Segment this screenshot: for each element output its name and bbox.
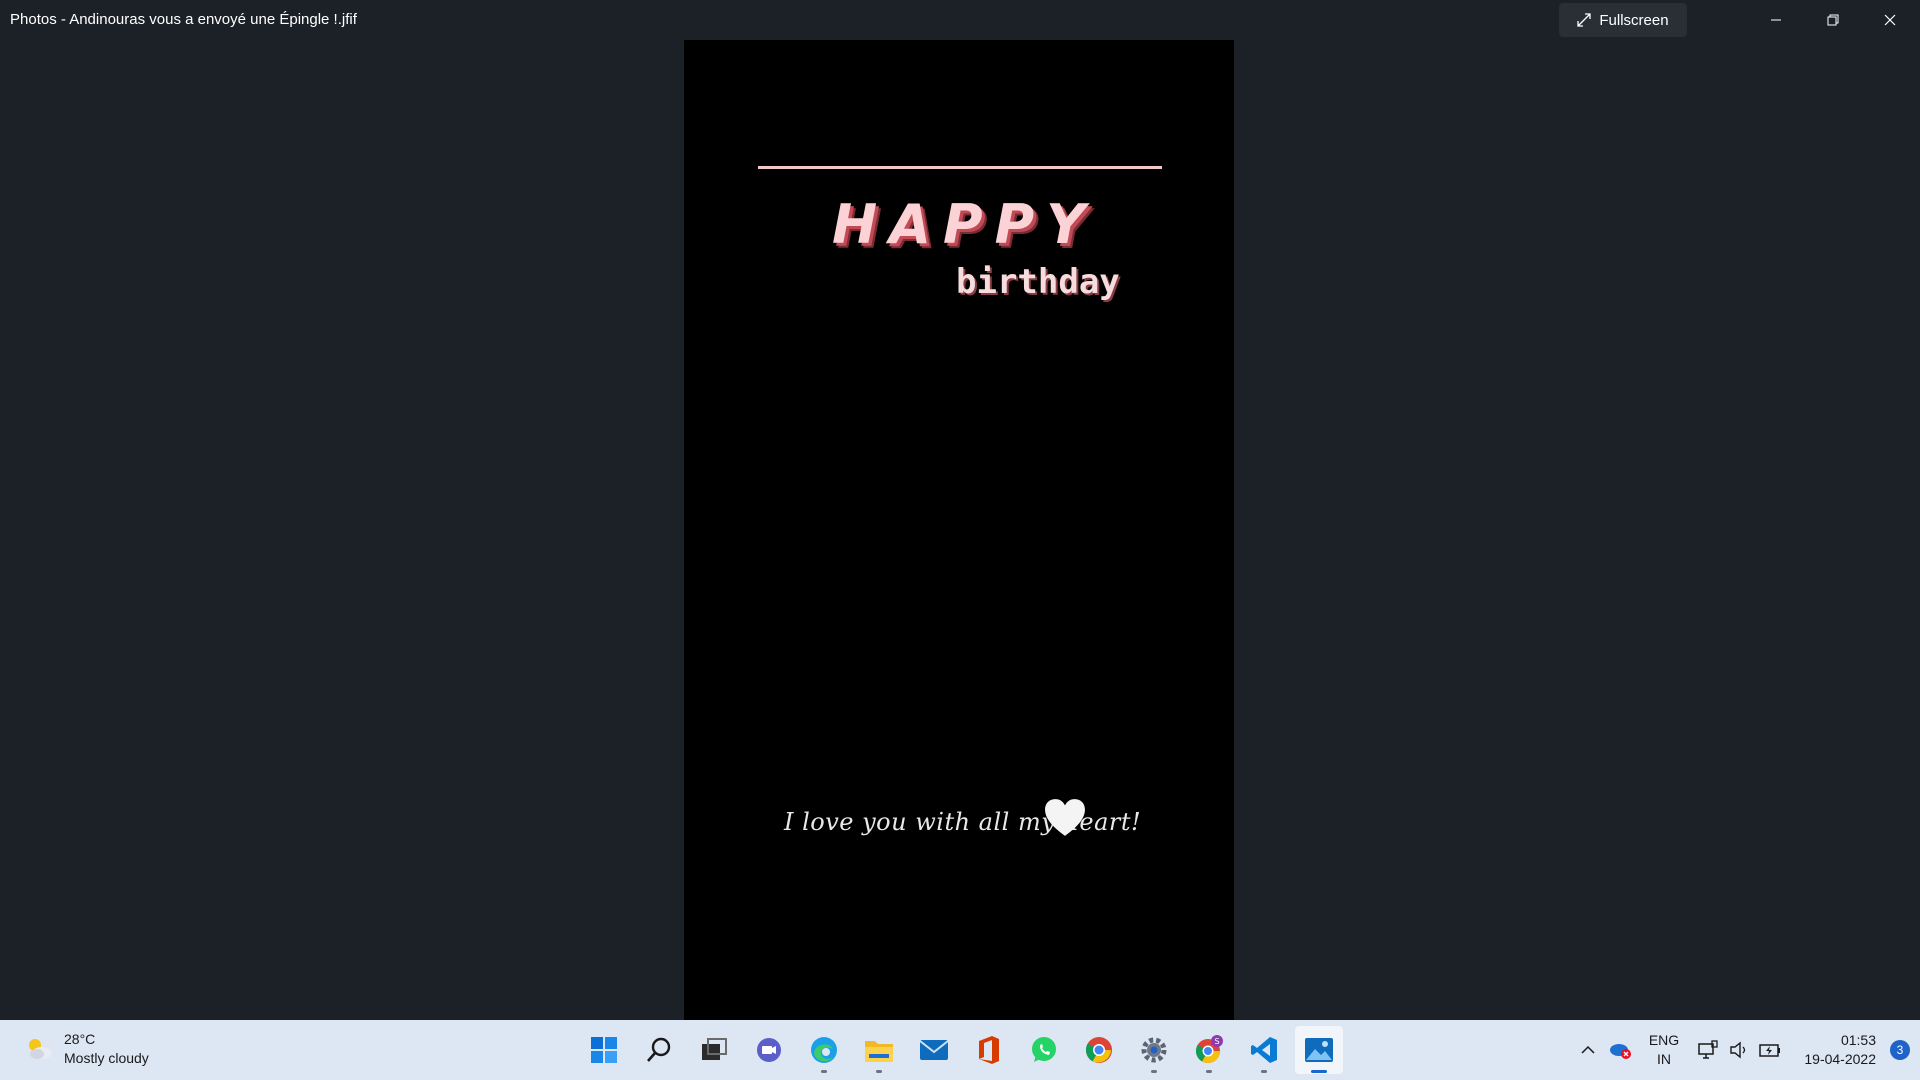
weather-condition: Mostly cloudy <box>64 1050 149 1066</box>
search-button[interactable] <box>635 1026 683 1074</box>
minimize-button[interactable] <box>1748 0 1804 40</box>
edge-button[interactable] <box>800 1026 848 1074</box>
weather-temp: 28°C <box>64 1031 96 1047</box>
title-bar: Photos - Andinouras vous a envoyé une Ép… <box>0 0 1920 40</box>
whatsapp-button[interactable] <box>1020 1026 1068 1074</box>
love-message: I love you with all my heart! <box>784 808 1142 836</box>
minimize-icon <box>1771 19 1781 21</box>
volume-icon <box>1730 1041 1746 1059</box>
windows-logo-icon <box>591 1037 617 1063</box>
office-button[interactable] <box>965 1026 1013 1074</box>
edge-icon <box>811 1037 837 1063</box>
network-button[interactable] <box>1692 1040 1724 1060</box>
clock-button[interactable]: 01:53 19-04-2022 <box>1786 1031 1876 1069</box>
language-code: ENG <box>1648 1032 1680 1048</box>
chrome-button[interactable] <box>1075 1026 1123 1074</box>
running-indicator <box>876 1070 882 1073</box>
photos-button[interactable] <box>1295 1026 1343 1074</box>
search-icon <box>647 1037 671 1062</box>
expand-icon <box>1577 13 1592 27</box>
mail-icon <box>919 1040 949 1060</box>
vscode-icon <box>1251 1037 1277 1063</box>
whatsapp-icon <box>1032 1037 1056 1062</box>
white-heart-icon <box>1045 799 1085 836</box>
settings-button[interactable] <box>1130 1026 1178 1074</box>
fullscreen-button[interactable]: Fullscreen <box>1559 3 1687 37</box>
close-icon <box>1884 14 1896 26</box>
running-indicator <box>1261 1070 1267 1073</box>
onedrive-error-icon <box>1610 1044 1631 1059</box>
vscode-button[interactable] <box>1240 1026 1288 1074</box>
fullscreen-label: Fullscreen <box>1599 11 1669 29</box>
start-button[interactable] <box>580 1026 628 1074</box>
system-tray: ENG IN 01:53 19-04-2022 3 <box>1572 1020 1920 1080</box>
task-view-icon <box>702 1038 727 1060</box>
clock-date: 19-04-2022 <box>1804 1051 1876 1067</box>
chrome-profile-icon: S <box>1195 1035 1223 1064</box>
chrome-icon <box>1085 1037 1112 1063</box>
notification-badge[interactable]: 3 <box>1890 1040 1910 1060</box>
weather-widget[interactable]: 28°C Mostly cloudy <box>24 1030 149 1068</box>
running-indicator <box>821 1070 827 1073</box>
partly-cloudy-icon <box>29 1039 52 1059</box>
office-icon <box>979 1036 999 1064</box>
folder-icon <box>865 1041 893 1062</box>
taskbar: 28°C Mostly cloudy S ENG IN 01:53 19-04-… <box>0 1020 1920 1080</box>
battery-button[interactable] <box>1754 1042 1786 1058</box>
photo-canvas[interactable]: HAPPY birthday I love you with all my he… <box>684 40 1234 1020</box>
chevron-up-icon <box>1581 1045 1595 1054</box>
language-region: IN <box>1657 1051 1671 1067</box>
input-language-button[interactable]: ENG IN <box>1636 1031 1692 1069</box>
happy-text: HAPPY <box>832 193 1098 256</box>
active-indicator <box>1311 1070 1327 1073</box>
decorative-line <box>758 166 1162 169</box>
volume-button[interactable] <box>1724 1041 1754 1059</box>
restore-icon <box>1827 14 1839 26</box>
file-explorer-button[interactable] <box>855 1026 903 1074</box>
taskbar-apps: S <box>580 1026 1343 1074</box>
birthday-text: birthday <box>956 262 1120 302</box>
clock-time: 01:53 <box>1840 1032 1876 1048</box>
restore-button[interactable] <box>1805 0 1861 40</box>
chrome-profile-button[interactable]: S <box>1185 1026 1233 1074</box>
close-button[interactable] <box>1862 0 1918 40</box>
mail-button[interactable] <box>910 1026 958 1074</box>
gear-icon <box>1141 1037 1167 1063</box>
window-title: Photos - Andinouras vous a envoyé une Ép… <box>10 11 357 28</box>
running-indicator <box>1206 1070 1212 1073</box>
photos-icon <box>1305 1038 1333 1062</box>
task-view-button[interactable] <box>690 1026 738 1074</box>
battery-charging-icon <box>1759 1044 1780 1057</box>
running-indicator <box>1151 1070 1157 1073</box>
onedrive-button[interactable] <box>1604 1040 1636 1060</box>
show-hidden-icons-button[interactable] <box>1572 1045 1604 1055</box>
svg-text:S: S <box>1214 1037 1219 1046</box>
video-chat-icon <box>757 1038 781 1062</box>
network-icon <box>1698 1040 1718 1059</box>
chat-button[interactable] <box>745 1026 793 1074</box>
